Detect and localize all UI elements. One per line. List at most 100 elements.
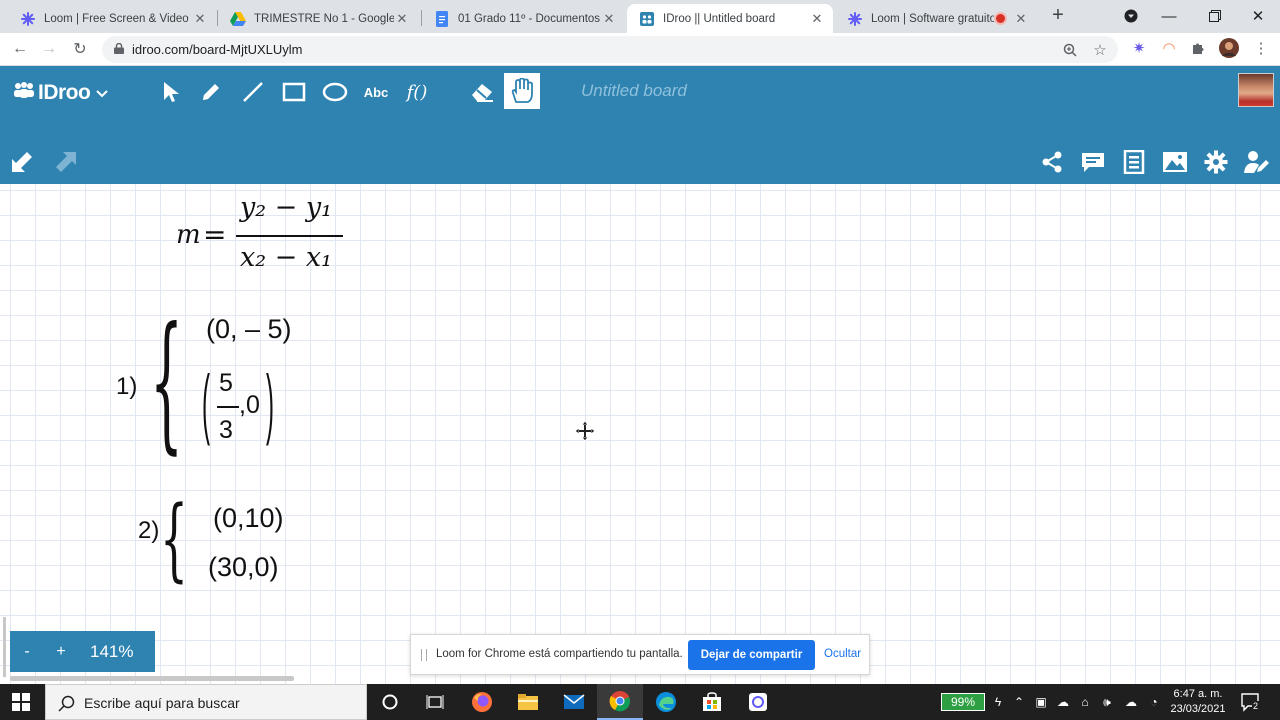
loom-extension-icon[interactable]: ✷ [1129, 38, 1149, 58]
bookmark-star-icon[interactable]: ☆ [1090, 40, 1110, 60]
problem-1-point-1: (0, – 5) [206, 314, 292, 344]
left-paren-icon: ( [202, 361, 210, 448]
idroo-header: IDroo Abc f() Untitled board [0, 66, 1280, 184]
problem-1-point-2-rest: ,0 [239, 391, 260, 419]
file-explorer-icon[interactable] [505, 684, 551, 720]
vertical-scrollbar[interactable] [3, 617, 6, 677]
taskbar-search[interactable]: Escribe aquí para buscar [45, 684, 367, 720]
pointer-tool[interactable] [154, 75, 188, 109]
user-avatar[interactable] [1238, 73, 1274, 107]
close-icon[interactable]: ✕ [394, 11, 410, 27]
collapse-panel-button[interactable] [8, 148, 36, 176]
problem-2-point-1: (0,10) [213, 503, 284, 533]
address-bar[interactable]: idroo.com/board-MjtUXLUylm ☆ [102, 36, 1118, 63]
hide-banner-link[interactable]: Ocultar [824, 648, 861, 660]
share-button[interactable] [1038, 148, 1066, 176]
tab-loom-software[interactable]: Loom | Software gratuito ✕ [835, 4, 1037, 33]
eraser-tool[interactable] [465, 75, 499, 109]
stop-sharing-button[interactable]: Dejar de compartir [688, 640, 815, 670]
arrow-down-left-icon [12, 152, 32, 172]
edge-icon[interactable] [643, 684, 689, 720]
rectangle-tool[interactable] [277, 75, 311, 109]
whiteboard-canvas[interactable]: m = y₂ − y₁ x₂ − x₁ 1) { (0, – 5) ( 5 3 … [0, 184, 1280, 684]
loom-icon [20, 11, 36, 27]
cortana-icon[interactable] [367, 684, 413, 720]
user-edit-button[interactable] [1243, 148, 1271, 176]
tab-google-docs[interactable]: 01 Grado 11º - Documentos d ✕ [422, 4, 625, 33]
tab-search-icon[interactable] [1119, 4, 1143, 28]
puzzle-icon[interactable] [1189, 38, 1209, 58]
tab-idroo[interactable]: IDroo || Untitled board ✕ [627, 4, 833, 33]
loom-sharing-banner: Loom for Chrome está compartiendo tu pan… [410, 634, 870, 675]
point-fraction-bar [217, 406, 239, 408]
gear-icon [1204, 150, 1228, 174]
ellipse-tool[interactable] [318, 75, 352, 109]
close-icon[interactable]: ✕ [601, 11, 617, 27]
reload-icon[interactable]: ↻ [69, 38, 91, 60]
image-button[interactable] [1161, 148, 1189, 176]
store-icon[interactable] [689, 684, 735, 720]
zoom-in-button[interactable]: + [44, 643, 78, 661]
task-view-icon[interactable] [412, 684, 458, 720]
windows-taskbar: Escribe aquí para buscar 99% ϟ ⌃ ▣ ☁ ⌂ 🕪… [0, 684, 1280, 720]
document-button[interactable] [1120, 148, 1148, 176]
new-tab-button[interactable]: + [1048, 5, 1068, 26]
chrome-icon[interactable] [597, 684, 643, 720]
taskbar-clock[interactable]: 6:47 a. m. 23/03/2021 [1168, 687, 1228, 717]
people-icon [12, 81, 36, 105]
minimize-icon[interactable]: — [1157, 4, 1181, 28]
idroo-logo-menu[interactable]: IDroo [12, 79, 109, 107]
wifi-icon[interactable]: ◔ [1144, 692, 1164, 712]
horizontal-scrollbar[interactable] [10, 676, 294, 681]
document-icon [1123, 150, 1145, 174]
onedrive-icon[interactable]: ☁ [1053, 692, 1073, 712]
fraction-bar [236, 235, 343, 237]
problem-1-label: 1) [116, 373, 138, 400]
app-icon[interactable] [735, 684, 781, 720]
pointer-icon [164, 82, 179, 102]
tab-title: IDroo || Untitled board [663, 12, 776, 25]
forward-icon[interactable]: → [38, 38, 60, 60]
network-icon[interactable]: ⌂ [1075, 692, 1095, 712]
tab-google-drive[interactable]: TRIMESTRE No 1 - Google Dr ✕ [218, 4, 418, 33]
firefox-icon[interactable] [459, 684, 505, 720]
pencil-tool[interactable] [194, 75, 228, 109]
zoom-icon[interactable] [1060, 40, 1080, 60]
chat-button[interactable] [1079, 148, 1107, 176]
volume-icon[interactable]: 🕪 [1097, 692, 1117, 712]
equals-sign: = [203, 218, 227, 251]
close-window-icon[interactable]: ✕ [1246, 4, 1270, 28]
formula-tool[interactable]: f() [400, 75, 434, 109]
close-icon[interactable]: ✕ [1013, 11, 1029, 27]
hand-tool[interactable] [504, 73, 540, 109]
chevron-up-icon[interactable]: ⌃ [1009, 692, 1029, 712]
close-icon[interactable]: ✕ [809, 11, 825, 27]
tab-title: TRIMESTRE No 1 - Google Dr [254, 12, 394, 25]
windows-start-icon[interactable] [12, 693, 30, 711]
notifications-icon[interactable]: 2 [1240, 692, 1260, 712]
text-tool[interactable]: Abc [359, 75, 393, 109]
pencil-icon [203, 84, 219, 100]
more-menu-icon[interactable]: ⋮ [1251, 38, 1271, 58]
line-tool[interactable] [236, 75, 270, 109]
tab-title: 01 Grado 11º - Documentos d [458, 12, 601, 25]
formula-denominator: x₂ − x₁ [240, 242, 332, 273]
back-icon[interactable]: ← [9, 38, 31, 60]
board-title[interactable]: Untitled board [581, 81, 687, 101]
drag-handle-icon[interactable] [421, 649, 427, 661]
close-icon[interactable]: ✕ [192, 11, 208, 27]
chat-icon [1082, 153, 1104, 172]
expand-panel-button[interactable] [52, 148, 80, 176]
cloud-upload-icon[interactable]: ☁ [1121, 692, 1141, 712]
mail-icon[interactable] [551, 684, 597, 720]
meet-icon[interactable]: ▣ [1031, 692, 1051, 712]
restore-icon[interactable] [1203, 4, 1227, 28]
zoom-out-button[interactable]: - [10, 643, 44, 661]
tab-loom-free-screen[interactable]: Loom | Free Screen & Video R ✕ [8, 4, 216, 33]
battery-indicator[interactable]: 99% [941, 693, 985, 711]
eraser-icon [472, 84, 493, 102]
settings-button[interactable] [1202, 148, 1230, 176]
extension-icon[interactable]: ◠ [1159, 38, 1179, 58]
profile-avatar[interactable] [1219, 38, 1239, 58]
left-brace-icon: { [150, 298, 184, 470]
